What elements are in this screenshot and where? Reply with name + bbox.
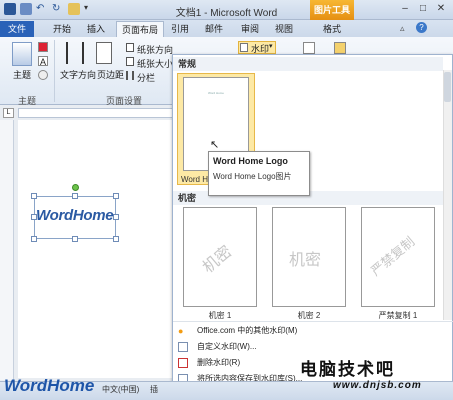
chevron-down-icon: ▾ — [269, 43, 273, 50]
resize-handle[interactable] — [72, 193, 78, 199]
rotate-handle-icon[interactable] — [72, 184, 79, 191]
group-label-theme: 主题 — [18, 96, 37, 106]
menu-item-label: 删除水印(R) — [197, 358, 241, 367]
status-language[interactable]: 中文(中国) — [102, 384, 139, 395]
tooltip-body: Word Home Logo图片 — [213, 172, 292, 181]
resize-handle[interactable] — [31, 193, 37, 199]
resize-handle[interactable] — [113, 193, 119, 199]
picture-tools-tab-header: 图片工具 — [310, 0, 354, 20]
watermark-thumbnail: 机密 — [272, 207, 346, 307]
themes-button-label[interactable]: 主题 — [13, 68, 31, 81]
theme-colors-icon[interactable] — [38, 42, 48, 52]
minimize-button[interactable]: – — [398, 3, 412, 16]
watermark-label-2: 机密 2 — [297, 311, 321, 320]
document-page[interactable] — [18, 120, 174, 378]
window-title: 文档1 - Microsoft Word — [175, 8, 278, 19]
paper-orientation-icon[interactable] — [126, 43, 134, 52]
diagonal-watermark-text: 严禁复制 — [367, 233, 418, 279]
menu-item-label: Office.com 中的其他水印(M) — [197, 326, 298, 335]
close-button[interactable]: ✕ — [434, 3, 448, 16]
tab-review[interactable]: 审阅 — [236, 21, 264, 37]
text-direction-icon[interactable] — [66, 42, 84, 64]
paper-size-icon[interactable] — [126, 57, 134, 66]
maximize-button[interactable]: □ — [416, 3, 430, 16]
watermark-label-3: 严禁复制 1 — [378, 311, 418, 320]
section-header-normal: 常规 — [173, 57, 443, 71]
gallery-scrollbar[interactable] — [443, 70, 452, 320]
tab-home[interactable]: 开始 — [48, 21, 76, 37]
tab-format[interactable]: 格式 — [312, 21, 352, 37]
tab-selector-icon[interactable]: L — [3, 108, 14, 118]
site-url: www.dnjsb.com — [333, 380, 422, 391]
theme-effects-icon[interactable] — [38, 70, 48, 80]
status-insert-mode[interactable]: 插 — [150, 384, 158, 395]
tab-references[interactable]: 引用 — [166, 21, 194, 37]
theme-fonts-icon[interactable]: A — [38, 56, 48, 67]
horizontal-ruler[interactable] — [18, 108, 178, 118]
ribbon-separator — [54, 40, 55, 102]
resize-handle[interactable] — [31, 236, 37, 242]
menu-item-label: 自定义水印(W)... — [197, 342, 257, 351]
tooltip-title: Word Home Logo — [213, 156, 288, 166]
paper-orientation-label[interactable]: 纸张方向 — [137, 43, 173, 56]
margins-label[interactable]: 页边距 — [97, 68, 124, 81]
horizontal-watermark-text: 机密 — [289, 252, 322, 269]
text-direction-label[interactable]: 文字方向 — [60, 68, 96, 81]
minimize-ribbon-icon[interactable]: ▵ — [400, 23, 410, 33]
columns-icon[interactable] — [126, 71, 134, 80]
menu-item-more-watermarks[interactable]: ● Office.com 中的其他水印(M) — [173, 324, 453, 338]
columns-label[interactable]: 分栏 — [137, 71, 155, 84]
tab-mailings[interactable]: 邮件 — [200, 21, 228, 37]
paper-size-label[interactable]: 纸张大小 — [137, 57, 173, 70]
themes-icon[interactable] — [12, 42, 32, 66]
diagonal-watermark-text: 机密 — [199, 243, 236, 277]
menu-divider — [173, 321, 453, 322]
mouse-cursor-icon: ↖ — [210, 139, 220, 151]
resize-handle[interactable] — [72, 236, 78, 242]
arrange-icon[interactable] — [334, 42, 346, 54]
remove-watermark-icon — [178, 358, 188, 368]
tooltip: Word Home Logo Word Home Logo图片 — [208, 151, 310, 196]
wordhome-logo: WordHome — [4, 376, 95, 395]
tab-page-layout[interactable]: 页面布局 — [116, 21, 164, 37]
thumb-top-text: Word Home — [208, 91, 224, 95]
watermark-icon — [240, 43, 248, 52]
watermark-gallery-panel: 常规 Word Home Word H 机密 机密 机密 1 机密 机密 2 严… — [172, 54, 453, 394]
chinese-site-logo: 电脑技术吧 — [300, 360, 395, 380]
group-label-page-setup: 页面设置 — [106, 96, 143, 106]
custom-watermark-icon — [178, 342, 188, 352]
margins-icon[interactable] — [96, 42, 112, 64]
help-icon[interactable]: ? — [416, 22, 427, 33]
wordhome-image-text: WordHome — [36, 207, 114, 224]
watermark-label-1: 机密 1 — [208, 311, 232, 320]
tab-file[interactable]: 文件 — [0, 21, 34, 37]
menu-item-custom-watermark[interactable]: 自定义水印(W)... — [173, 340, 453, 354]
resize-handle[interactable] — [113, 236, 119, 242]
indent-icon[interactable] — [303, 42, 315, 54]
resize-handle[interactable] — [113, 214, 119, 220]
watermark-thumbnail: 机密 — [183, 207, 257, 307]
office-com-icon: ● — [178, 326, 184, 336]
tab-insert[interactable]: 插入 — [82, 21, 110, 37]
watermark-thumbnail: 严禁复制 — [361, 207, 435, 307]
tab-view[interactable]: 视图 — [270, 21, 298, 37]
watermark-caption: Word H — [181, 175, 208, 184]
vertical-ruler[interactable] — [0, 120, 14, 380]
scrollbar-thumb[interactable] — [444, 72, 451, 102]
